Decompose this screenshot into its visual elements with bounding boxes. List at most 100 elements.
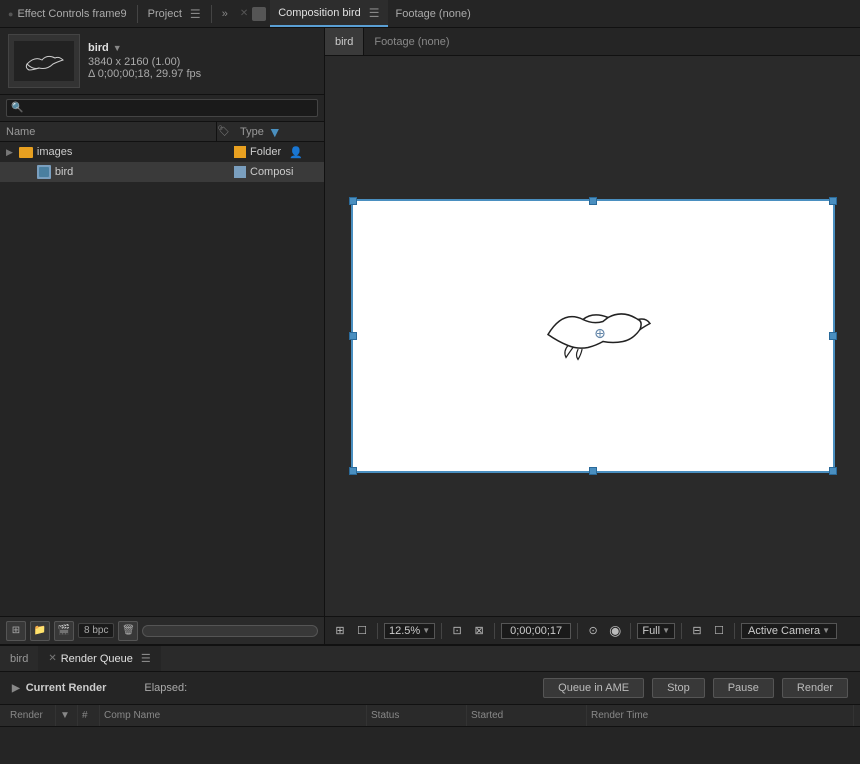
tab-expand[interactable]: » — [214, 0, 236, 27]
camera-snapshot-button[interactable]: ⊙ — [584, 621, 602, 641]
file-row-name-bird: ▶ bird — [6, 165, 234, 179]
toolbar-sep-3 — [494, 623, 495, 639]
bird-info-text: bird ▼ 3840 x 2160 (1.00) Δ 0;00;00;18, … — [88, 42, 201, 80]
bird-thumb-svg — [17, 42, 72, 80]
quality-dropdown-arrow: ▼ — [662, 626, 670, 635]
user-icon: 👤 — [289, 146, 303, 159]
tab-separator-2 — [211, 5, 212, 23]
tab-composition-bird[interactable]: Composition bird ☰ — [270, 0, 387, 27]
panel-dot: ● — [8, 9, 13, 19]
file-type-images: Folder 👤 — [234, 146, 324, 159]
tab-footage-none[interactable]: Footage (none) — [388, 0, 479, 27]
col-started: Started — [467, 705, 587, 726]
comp-tab-bar: bird Footage (none) — [325, 28, 860, 56]
col-rtime: Render Time — [587, 705, 854, 726]
footage-none-label: Footage (none) — [396, 8, 471, 20]
render-button[interactable]: Render — [782, 678, 848, 698]
comp-tab-label: bird — [335, 36, 353, 48]
col-status: Status — [367, 705, 467, 726]
active-camera-label: Active Camera — [748, 625, 820, 637]
folder-icon — [19, 147, 33, 158]
toolbar-sep-4 — [577, 623, 578, 639]
timecode-display[interactable]: 0;00;00;17 — [501, 623, 571, 639]
toolbar-sep-7 — [734, 623, 735, 639]
queue-in-ame-button[interactable]: Queue in AME — [543, 678, 644, 698]
tab-effect-controls[interactable]: ● Effect Controls frame9 — [0, 0, 135, 27]
stop-button[interactable]: Stop — [652, 678, 705, 698]
file-name-bird: bird — [55, 166, 73, 178]
comp-menu-icon[interactable]: ☰ — [369, 6, 380, 20]
handle-mid-left[interactable] — [349, 332, 357, 340]
pause-button[interactable]: Pause — [713, 678, 774, 698]
monitor2-button[interactable]: ☐ — [710, 621, 728, 641]
comp-canvas — [353, 201, 833, 471]
search-wrap: 🔍 — [6, 99, 318, 117]
lock-icon — [252, 7, 266, 21]
footage-tab[interactable]: Footage (none) — [364, 28, 459, 55]
comp-tab-bird[interactable]: bird — [325, 28, 364, 55]
handle-bottom-left[interactable] — [349, 467, 357, 475]
top-bar: ● Effect Controls frame9 Project ☰ » ✕ C… — [0, 0, 860, 28]
tab-bird-timeline[interactable]: bird — [0, 646, 38, 671]
bird-dropdown-arrow[interactable]: ▼ — [113, 43, 122, 53]
resize-button[interactable]: ⊡ — [448, 621, 466, 641]
list-item[interactable]: ▶ bird Composi — [0, 162, 324, 182]
zoom-value: 12.5% — [389, 625, 420, 637]
file-type-label-bird: Composi — [250, 166, 293, 178]
bpc-label[interactable]: 8 bpc — [78, 623, 114, 638]
handle-bottom-mid[interactable] — [589, 467, 597, 475]
right-panel: bird Footage (none) — [325, 28, 860, 644]
color-button[interactable]: ◉ — [606, 621, 624, 641]
render-queue-menu[interactable]: ☰ — [141, 652, 151, 665]
folder-button[interactable]: 📁 — [30, 621, 50, 641]
handle-top-mid[interactable] — [589, 197, 597, 205]
fit-button[interactable]: ⊠ — [470, 621, 488, 641]
file-list-header: Name 🏷 Type ▼ — [0, 122, 324, 142]
tab-project[interactable]: Project ☰ — [140, 0, 209, 27]
handle-top-left[interactable] — [349, 197, 357, 205]
handle-top-right[interactable] — [829, 197, 837, 205]
snap-button[interactable]: ⊞ — [331, 621, 349, 641]
search-input[interactable] — [6, 99, 318, 117]
new-comp-button[interactable]: ⊞ — [6, 621, 26, 641]
scroll-bar[interactable] — [142, 625, 318, 637]
quality-select[interactable]: Full ▼ — [637, 623, 675, 639]
search-bar: 🔍 — [0, 95, 324, 122]
col-tag: ▼ — [56, 705, 78, 726]
project-menu-icon[interactable]: ☰ — [190, 7, 201, 21]
delete-button[interactable]: 🗑 — [118, 621, 138, 641]
footage-tab-label: Footage (none) — [374, 36, 449, 48]
composition-bird-label: Composition bird — [278, 7, 361, 19]
bird-duration: Δ 0;00;00;18, 29.97 fps — [88, 68, 201, 80]
file-name-images: images — [37, 146, 72, 158]
comp-toolbar: ⊞ ☐ 12.5% ▼ ⊡ ⊠ 0;00;00;17 ⊙ ◉ Full ▼ ⊟ … — [325, 616, 860, 644]
comp-view[interactable] — [325, 56, 860, 616]
monitor-button[interactable]: ☐ — [353, 621, 371, 641]
grid-button[interactable]: ⊟ — [688, 621, 706, 641]
close-dot: ✕ — [240, 8, 248, 19]
folder-type-icon — [234, 146, 246, 158]
camera-dropdown-arrow: ▼ — [822, 626, 830, 635]
bird-name-text: bird — [88, 42, 109, 54]
zoom-select[interactable]: 12.5% ▼ — [384, 623, 435, 639]
handle-bottom-right[interactable] — [829, 467, 837, 475]
comp-type-icon — [234, 166, 246, 178]
bottom-section: bird ✕ Render Queue ☰ ▶ Current Render E… — [0, 644, 860, 764]
expand-arrow-images[interactable]: ▶ — [6, 147, 13, 158]
footage-button[interactable]: 🎬 — [54, 621, 74, 641]
col-num: # — [78, 705, 100, 726]
active-camera-select[interactable]: Active Camera ▼ — [741, 623, 837, 639]
list-item[interactable]: ▶ images Folder 👤 — [0, 142, 324, 162]
render-expand-arrow[interactable]: ▶ — [12, 683, 20, 694]
current-render-label: Current Render — [26, 682, 107, 694]
toolbar-sep-2 — [441, 623, 442, 639]
file-list: ▶ images Folder 👤 ▶ bird — [0, 142, 324, 616]
render-queue-close[interactable]: ✕ — [48, 653, 56, 664]
tab-render-queue[interactable]: ✕ Render Queue ☰ — [38, 646, 160, 671]
col-name: Name — [0, 122, 217, 141]
bottom-tabs: bird ✕ Render Queue ☰ — [0, 646, 860, 672]
toolbar-sep-5 — [630, 623, 631, 639]
handle-mid-right[interactable] — [829, 332, 837, 340]
col-comp: Comp Name — [100, 705, 367, 726]
bird-sketch-container — [528, 290, 658, 383]
